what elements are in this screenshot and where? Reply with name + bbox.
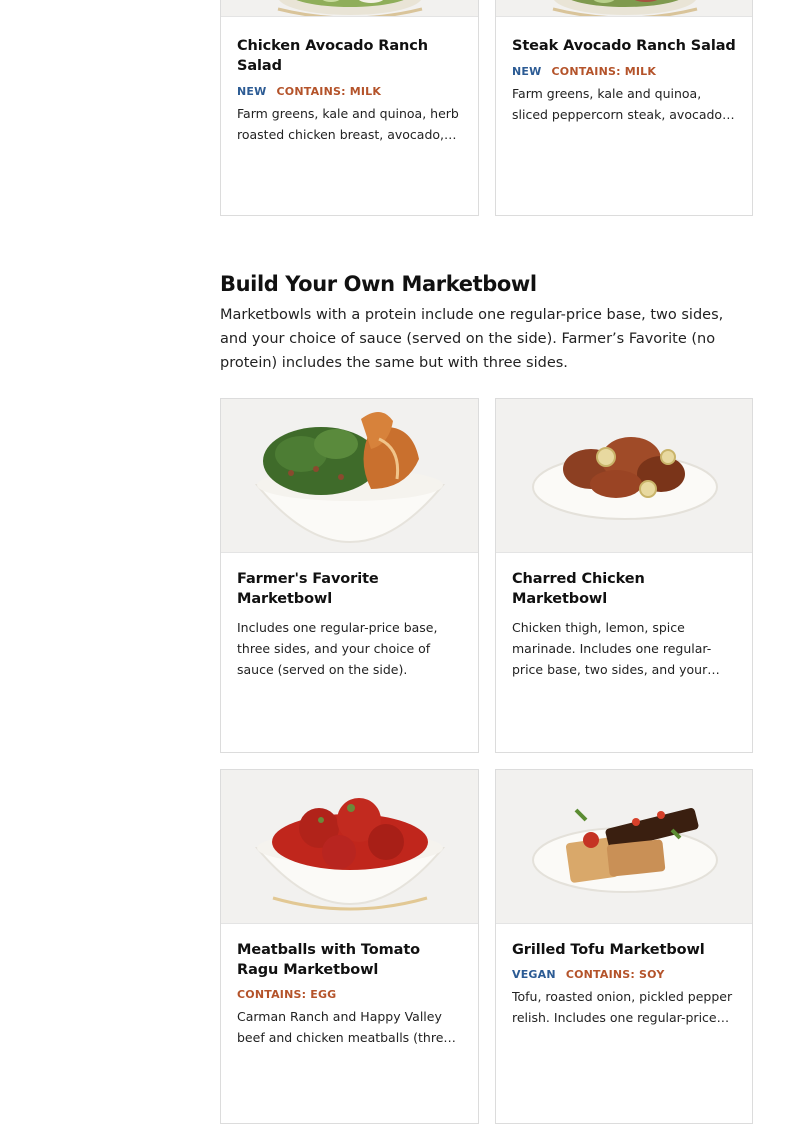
vegan-badge: VEGAN [512,968,556,981]
card-tags: NEW CONTAINS: MILK [512,65,736,79]
card-description: Tofu, roasted onion, pickled pepper reli… [512,989,733,1025]
food-image [496,399,752,553]
card-description: Carman Ranch and Happy Valley beef and c… [237,1009,460,1045]
meatballs-bowl-icon [254,798,446,911]
card-description: Farm greens, kale and quinoa, sliced pep… [512,86,727,122]
food-image [221,770,478,924]
kale-sweet-potato-bowl-icon [254,411,446,543]
card-title: Farmer's Favorite Marketbowl [237,571,379,607]
card-title: Charred Chicken Marketbowl [512,571,645,607]
menu-card-steak-avocado-ranch-salad[interactable]: Steak Avocado Ranch Salad NEW CONTAINS: … [495,0,753,216]
card-tags: VEGAN CONTAINS: SOY [512,968,736,982]
menu-card-farmers-favorite-marketbowl[interactable]: Farmer's Favorite Marketbowl Includes on… [220,398,479,753]
card-description: Chicken thigh, lemon, spice marinade. In… [512,620,712,677]
new-badge: NEW [512,65,542,78]
allergen-badge: CONTAINS: EGG [237,988,337,1001]
section-description: Marketbowls with a protein include one r… [220,307,724,371]
menu-card-grilled-tofu-marketbowl[interactable]: Grilled Tofu Marketbowl VEGAN CONTAINS: … [495,769,753,1124]
salad-bowl-image [221,0,478,17]
new-badge: NEW [237,85,267,98]
food-image [496,770,752,924]
card-description: Includes one regular-price base, three s… [237,620,438,677]
salad-bowl-icon [552,0,698,16]
charred-chicken-plate-icon [532,437,718,520]
card-title: Meatballs with Tomato Ragu Marketbowl [237,942,421,978]
card-tags: CONTAINS: EGG [237,988,462,1002]
section-title: Build Your Own Marketbowl [220,272,537,296]
food-image [221,399,478,553]
menu-card-chicken-avocado-ranch-salad[interactable]: Chicken Avocado Ranch Salad NEW CONTAINS… [220,0,479,216]
menu-card-meatballs-tomato-ragu-marketbowl[interactable]: Meatballs with Tomato Ragu Marketbowl CO… [220,769,479,1124]
allergen-badge: CONTAINS: SOY [565,968,665,981]
card-title: Steak Avocado Ranch Salad [512,38,736,54]
card-title: Chicken Avocado Ranch Salad [237,38,428,74]
card-description: Farm greens, kale and quinoa, herb roast… [237,106,459,142]
allergen-badge: CONTAINS: MILK [276,85,382,98]
allergen-badge: CONTAINS: MILK [551,65,657,78]
grilled-tofu-plate-icon [532,808,718,893]
salad-bowl-image [496,0,752,17]
salad-bowl-icon [277,0,423,16]
menu-card-charred-chicken-marketbowl[interactable]: Charred Chicken Marketbowl Chicken thigh… [495,398,753,753]
card-tags: NEW CONTAINS: MILK [237,85,462,99]
card-title: Grilled Tofu Marketbowl [512,942,705,958]
